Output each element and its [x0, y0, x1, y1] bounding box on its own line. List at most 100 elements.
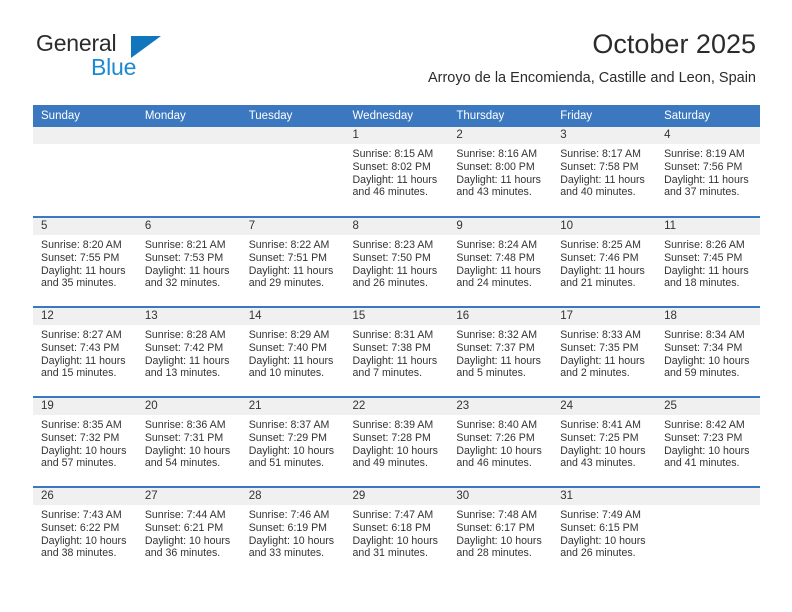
page-title: October 2025	[592, 29, 756, 59]
day-details: Sunrise: 8:20 AM Sunset: 7:55 PM Daylight:…	[33, 235, 137, 290]
calendar-day-cell[interactable]: 3 Sunrise: 8:17 AM Sunset: 7:58 PM Daylight…	[552, 127, 657, 217]
daylight-text: Daylight: 10 hours and 49 minutes.	[352, 444, 438, 470]
day-number: 1	[344, 127, 449, 144]
sunrise-text: Sunrise: 8:15 AM	[352, 148, 434, 160]
calendar-day-cell[interactable]: 8 Sunrise: 8:23 AM Sunset: 7:50 PM Daylight…	[344, 216, 449, 307]
calendar-day-cell[interactable]: 14 Sunrise: 8:29 AM Sunset: 7:40 PM Dayligh…	[240, 306, 345, 397]
sunset-text: Sunset: 8:02 PM	[352, 160, 431, 173]
page-header: General Blue October 2025 Arroyo de la E…	[0, 0, 792, 86]
day-number: 20	[136, 398, 241, 415]
sunrise-text: Sunrise: 7:48 AM	[456, 509, 538, 521]
day-number: 25	[656, 398, 760, 415]
sunrise-text: Sunrise: 8:26 AM	[664, 239, 745, 251]
calendar-day-cell[interactable]: 7 Sunrise: 8:22 AM Sunset: 7:51 PM Daylight…	[240, 216, 345, 307]
daylight-text: Daylight: 11 hours and 24 minutes.	[456, 264, 541, 290]
calendar-day-cell[interactable]: 4 Sunrise: 8:19 AM Sunset: 7:56 PM Daylight…	[656, 127, 760, 217]
daylight-text: Daylight: 11 hours and 5 minutes.	[456, 354, 541, 380]
calendar-day-cell[interactable]: 27 Sunrise: 7:44 AM Sunset: 6:21 PM Dayligh…	[136, 486, 241, 577]
daylight-text: Daylight: 10 hours and 28 minutes.	[456, 534, 542, 560]
calendar-day-cell-empty	[240, 127, 345, 217]
calendar-day-cell[interactable]: 22 Sunrise: 8:39 AM Sunset: 7:28 PM Dayligh…	[344, 396, 449, 487]
calendar-day-cell[interactable]: 18 Sunrise: 8:34 AM Sunset: 7:34 PM Dayligh…	[656, 306, 760, 397]
logo-text-blue: Blue	[91, 54, 137, 80]
calendar-day-cell[interactable]: 17 Sunrise: 8:33 AM Sunset: 7:35 PM Dayligh…	[552, 306, 657, 397]
day-number: 10	[552, 218, 657, 235]
sunset-text: Sunset: 7:48 PM	[456, 251, 535, 264]
daylight-text: Daylight: 11 hours and 43 minutes.	[456, 173, 541, 199]
daylight-text: Daylight: 10 hours and 41 minutes.	[664, 444, 750, 470]
calendar-day-cell[interactable]: 13 Sunrise: 8:28 AM Sunset: 7:42 PM Dayligh…	[136, 306, 241, 397]
calendar-day-cell[interactable]: 26 Sunrise: 7:43 AM Sunset: 6:22 PM Dayligh…	[33, 486, 137, 577]
calendar-day-cell[interactable]: 6 Sunrise: 8:21 AM Sunset: 7:53 PM Daylight…	[136, 216, 241, 307]
sunrise-text: Sunrise: 8:41 AM	[560, 419, 641, 431]
weekday-header-saturday: Saturday	[656, 105, 760, 127]
calendar-day-cell[interactable]: 30 Sunrise: 7:48 AM Sunset: 6:17 PM Dayligh…	[448, 486, 553, 577]
calendar-day-cell[interactable]: 2 Sunrise: 8:16 AM Sunset: 8:00 PM Daylight…	[448, 127, 553, 217]
calendar-day-cell[interactable]: 15 Sunrise: 8:31 AM Sunset: 7:38 PM Dayligh…	[344, 306, 449, 397]
sunrise-text: Sunrise: 8:23 AM	[352, 239, 434, 251]
calendar-day-cell[interactable]: 21 Sunrise: 8:37 AM Sunset: 7:29 PM Dayligh…	[240, 396, 345, 487]
day-cell-inner: 24 Sunrise: 8:41 AM Sunset: 7:25 PM Dayligh…	[552, 398, 657, 486]
day-number: 16	[448, 308, 553, 325]
day-cell-inner: 5 Sunrise: 8:20 AM Sunset: 7:55 PM Daylight…	[33, 218, 137, 306]
day-details: Sunrise: 8:35 AM Sunset: 7:32 PM Daylight:…	[33, 415, 137, 470]
day-cell-inner: 31 Sunrise: 7:49 AM Sunset: 6:15 PM Dayligh…	[552, 488, 657, 576]
day-number: 28	[240, 488, 345, 505]
sunset-text: Sunset: 7:46 PM	[560, 251, 639, 264]
sunset-text: Sunset: 7:35 PM	[560, 341, 639, 354]
calendar-body: 1 Sunrise: 8:15 AM Sunset: 8:02 PM Daylight…	[33, 127, 760, 577]
daylight-text: Daylight: 11 hours and 37 minutes.	[664, 173, 749, 199]
day-number: 19	[33, 398, 137, 415]
calendar-day-cell[interactable]: 28 Sunrise: 7:46 AM Sunset: 6:19 PM Dayligh…	[240, 486, 345, 577]
daylight-text: Daylight: 10 hours and 33 minutes.	[248, 534, 335, 560]
day-details: Sunrise: 8:17 AM Sunset: 7:58 PM Daylight:…	[552, 144, 656, 199]
sunset-text: Sunset: 7:38 PM	[352, 341, 431, 354]
day-details: Sunrise: 8:27 AM Sunset: 7:43 PM Daylight:…	[33, 325, 137, 380]
day-details: Sunrise: 8:41 AM Sunset: 7:25 PM Daylight:…	[552, 415, 656, 470]
sunrise-text: Sunrise: 8:35 AM	[41, 419, 122, 431]
daylight-text: Daylight: 11 hours and 18 minutes.	[664, 264, 749, 290]
calendar-day-cell[interactable]: 11 Sunrise: 8:26 AM Sunset: 7:45 PM Dayligh…	[656, 216, 760, 307]
day-cell-inner	[136, 127, 241, 215]
calendar-grid: Sunday Monday Tuesday Wednesday Thursday Frid…	[33, 105, 760, 577]
calendar-day-cell[interactable]: 20 Sunrise: 8:36 AM Sunset: 7:31 PM Dayligh…	[136, 396, 241, 487]
sunset-text: Sunset: 7:45 PM	[664, 251, 743, 264]
sunset-text: Sunset: 7:55 PM	[41, 251, 120, 264]
day-details: Sunrise: 8:34 AM Sunset: 7:34 PM Daylight:…	[656, 325, 760, 380]
day-details: Sunrise: 8:16 AM Sunset: 8:00 PM Daylight:…	[448, 144, 552, 199]
day-cell-inner: 15 Sunrise: 8:31 AM Sunset: 7:38 PM Dayligh…	[344, 308, 449, 396]
calendar-day-cell[interactable]: 1 Sunrise: 8:15 AM Sunset: 8:02 PM Daylight…	[344, 127, 449, 217]
sunset-text: Sunset: 7:40 PM	[248, 341, 328, 354]
calendar-day-cell[interactable]: 23 Sunrise: 8:40 AM Sunset: 7:26 PM Dayligh…	[448, 396, 553, 487]
general-blue-logo[interactable]: General Blue	[36, 30, 236, 82]
sunset-text: Sunset: 6:17 PM	[456, 521, 535, 534]
daylight-text: Daylight: 11 hours and 10 minutes.	[248, 354, 334, 380]
day-number: 31	[552, 488, 657, 505]
sunrise-text: Sunrise: 8:39 AM	[352, 419, 434, 431]
sunrise-text: Sunrise: 8:28 AM	[144, 329, 226, 341]
day-details: Sunrise: 8:39 AM Sunset: 7:28 PM Daylight:…	[345, 415, 449, 470]
calendar-day-cell[interactable]: 5 Sunrise: 8:20 AM Sunset: 7:55 PM Daylight…	[33, 216, 137, 307]
calendar-day-cell-empty	[656, 486, 760, 577]
calendar-week-row: 19 Sunrise: 8:35 AM Sunset: 7:32 PM Dayligh…	[33, 396, 760, 487]
calendar-day-cell[interactable]: 25 Sunrise: 8:42 AM Sunset: 7:23 PM Dayligh…	[656, 396, 760, 487]
day-details: Sunrise: 8:25 AM Sunset: 7:46 PM Daylight:…	[552, 235, 656, 290]
calendar-day-cell[interactable]: 31 Sunrise: 7:49 AM Sunset: 6:15 PM Dayligh…	[552, 486, 657, 577]
day-number: 3	[552, 127, 657, 144]
day-cell-inner: 20 Sunrise: 8:36 AM Sunset: 7:31 PM Dayligh…	[136, 398, 241, 486]
day-number: 22	[344, 398, 449, 415]
sunset-text: Sunset: 7:43 PM	[41, 341, 120, 354]
calendar-day-cell[interactable]: 16 Sunrise: 8:32 AM Sunset: 7:37 PM Dayligh…	[448, 306, 553, 397]
day-number: 7	[240, 218, 345, 235]
calendar-day-cell[interactable]: 29 Sunrise: 7:47 AM Sunset: 6:18 PM Dayligh…	[344, 486, 449, 577]
day-number: 24	[552, 398, 657, 415]
calendar-day-cell[interactable]: 10 Sunrise: 8:25 AM Sunset: 7:46 PM Dayligh…	[552, 216, 657, 307]
day-number: 29	[344, 488, 449, 505]
calendar-week-row: 26 Sunrise: 7:43 AM Sunset: 6:22 PM Dayligh…	[33, 486, 760, 577]
daylight-text: Daylight: 11 hours and 13 minutes.	[144, 354, 230, 380]
calendar-day-cell[interactable]: 12 Sunrise: 8:27 AM Sunset: 7:43 PM Dayligh…	[33, 306, 137, 397]
calendar-day-cell[interactable]: 9 Sunrise: 8:24 AM Sunset: 7:48 PM Daylight…	[448, 216, 553, 307]
calendar-day-cell[interactable]: 24 Sunrise: 8:41 AM Sunset: 7:25 PM Dayligh…	[552, 396, 657, 487]
calendar-day-cell[interactable]: 19 Sunrise: 8:35 AM Sunset: 7:32 PM Dayligh…	[33, 396, 137, 487]
day-details: Sunrise: 8:19 AM Sunset: 7:56 PM Daylight:…	[656, 144, 760, 199]
